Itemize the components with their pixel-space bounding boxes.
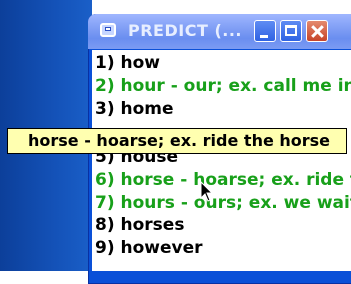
close-button[interactable] (306, 20, 328, 42)
tooltip: horse - hoarse; ex. ride the horse (7, 128, 347, 154)
list-item[interactable]: 8) horses (95, 213, 184, 237)
minimize-button[interactable] (254, 20, 276, 42)
prediction-list: 1) how 2) hour - our; ex. call me in 3) … (92, 50, 351, 271)
list-item[interactable]: 3) home (95, 97, 174, 121)
window-title: PREDICT (... (128, 21, 242, 40)
maximize-button[interactable] (280, 20, 302, 42)
list-item[interactable]: 1) how (95, 51, 160, 75)
list-item[interactable]: 2) hour - our; ex. call me in (95, 74, 351, 98)
list-item[interactable]: 6) horse - hoarse; ex. ride th (95, 168, 351, 192)
list-item[interactable]: 9) however (95, 236, 203, 260)
title-bar[interactable]: PREDICT (... (88, 14, 351, 49)
app-icon[interactable] (100, 23, 116, 37)
list-item[interactable]: 7) hours - ours; ex. we waite (95, 191, 351, 215)
